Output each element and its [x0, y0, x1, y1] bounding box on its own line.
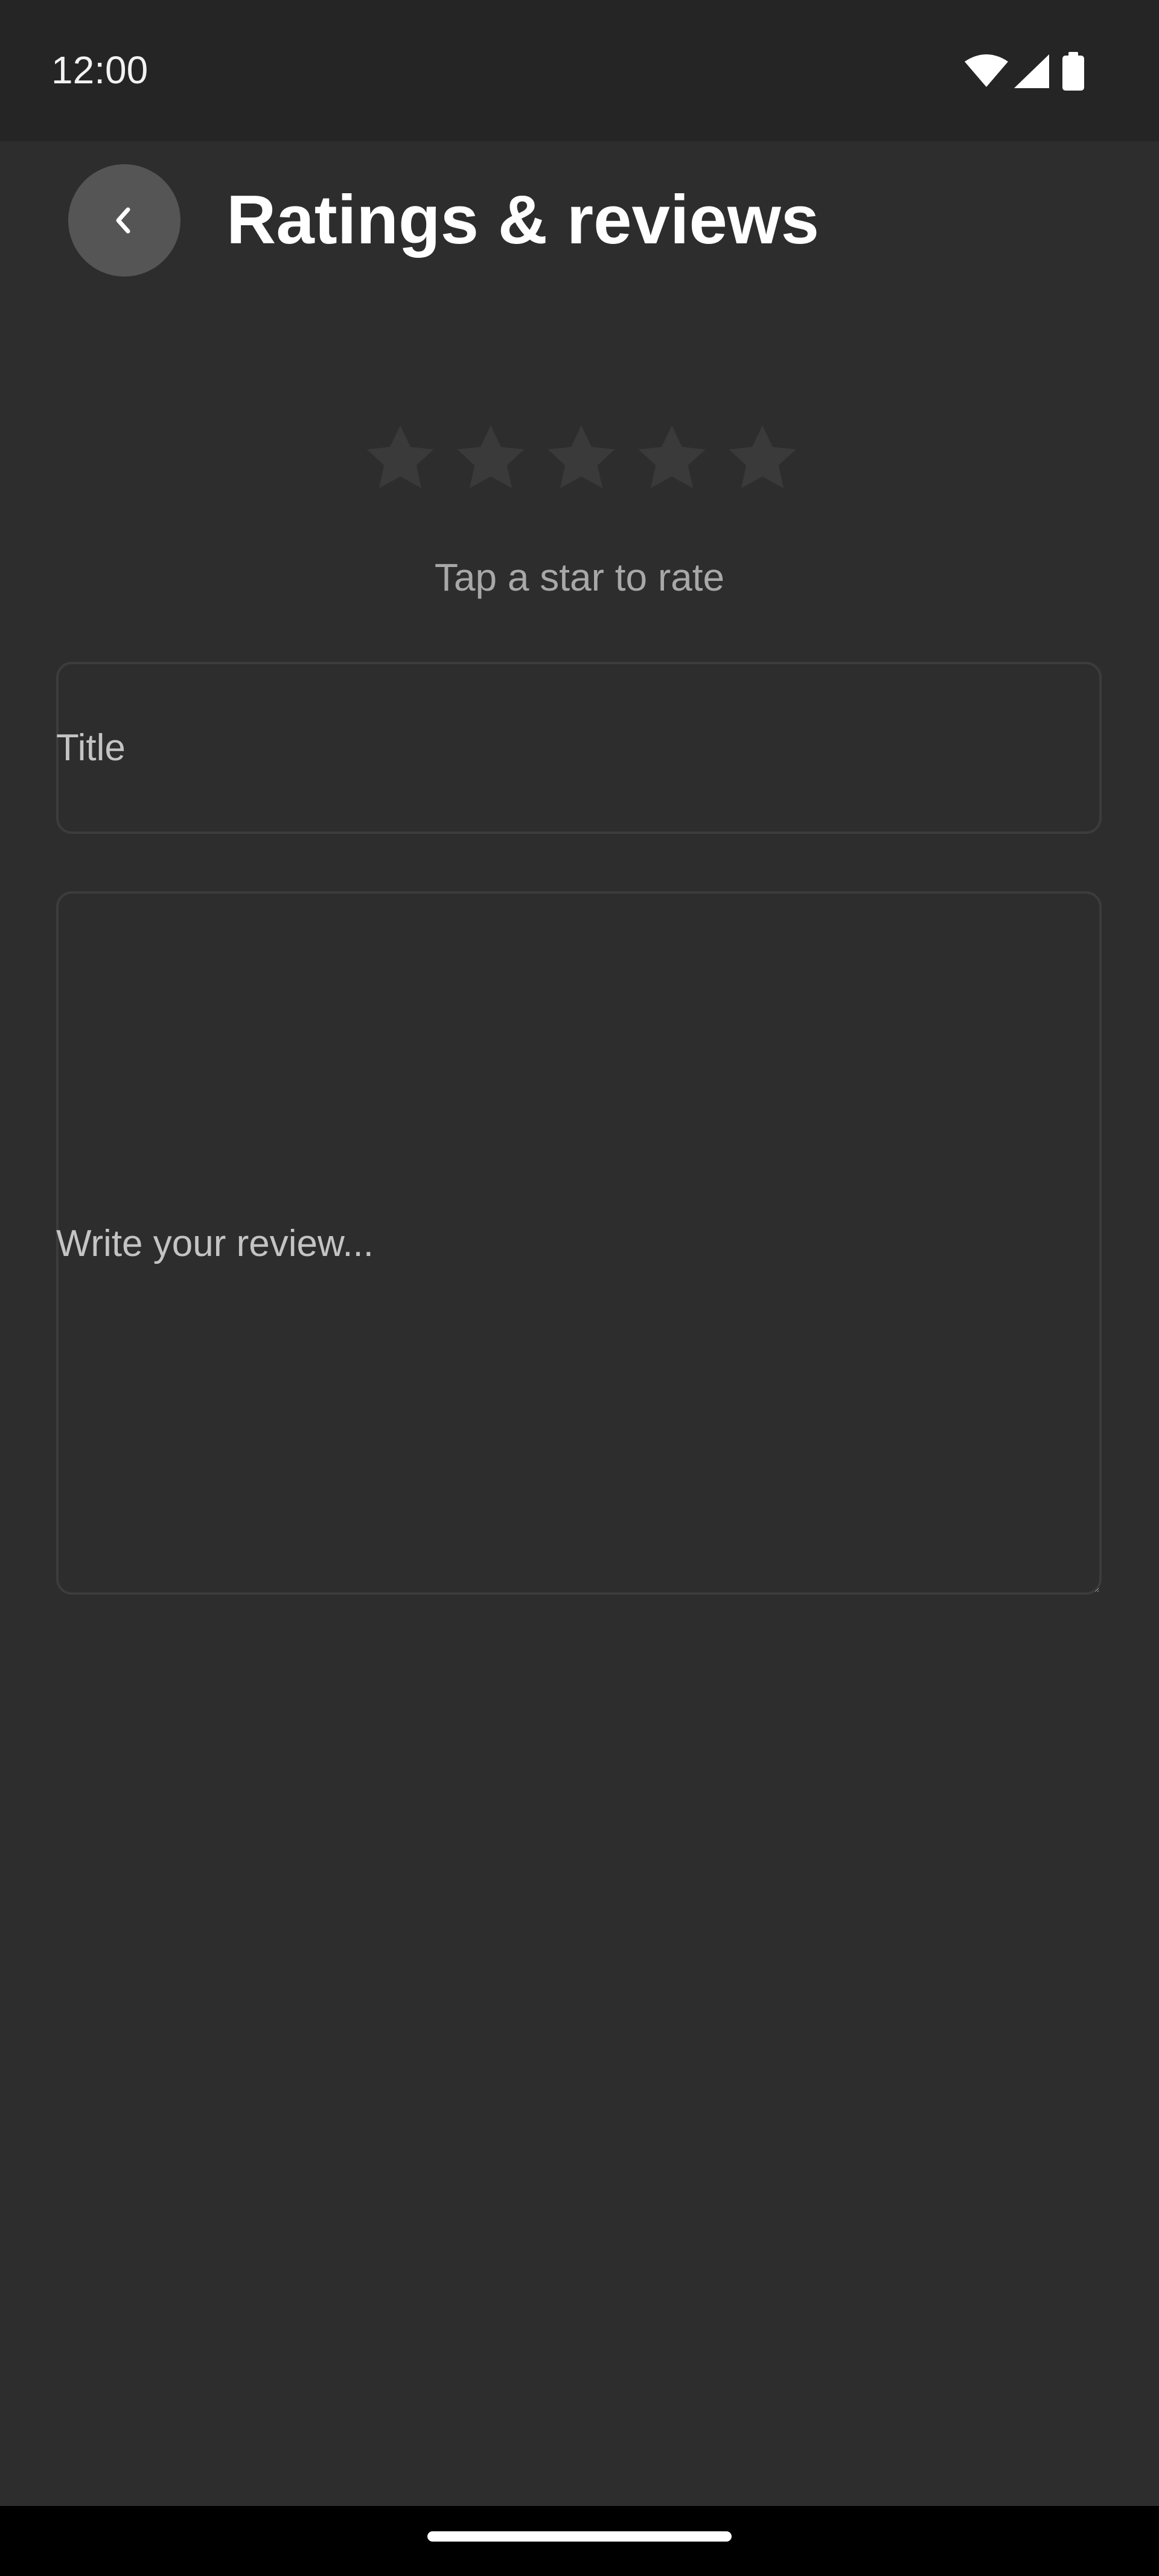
star-1-icon[interactable] [358, 417, 442, 501]
status-bar: 12:00 [0, 0, 1159, 141]
chevron-left-icon [106, 202, 142, 239]
home-gesture-handle[interactable] [427, 2531, 732, 2542]
star-2-icon[interactable] [449, 417, 533, 501]
star-4-icon[interactable] [630, 417, 714, 501]
review-textarea[interactable] [56, 891, 1102, 1595]
back-button[interactable] [68, 164, 180, 277]
wifi-icon [965, 54, 1008, 88]
cellular-signal-icon [1014, 54, 1049, 88]
title-input[interactable] [56, 662, 1102, 834]
star-3-icon[interactable] [539, 417, 624, 501]
status-icons [965, 52, 1084, 91]
status-time: 12:00 [51, 48, 148, 92]
battery-icon [1062, 52, 1084, 91]
star-rating[interactable] [0, 417, 1159, 501]
page-title: Ratings & reviews [226, 182, 820, 258]
rating-hint: Tap a star to rate [434, 556, 725, 599]
star-5-icon[interactable] [720, 417, 805, 501]
